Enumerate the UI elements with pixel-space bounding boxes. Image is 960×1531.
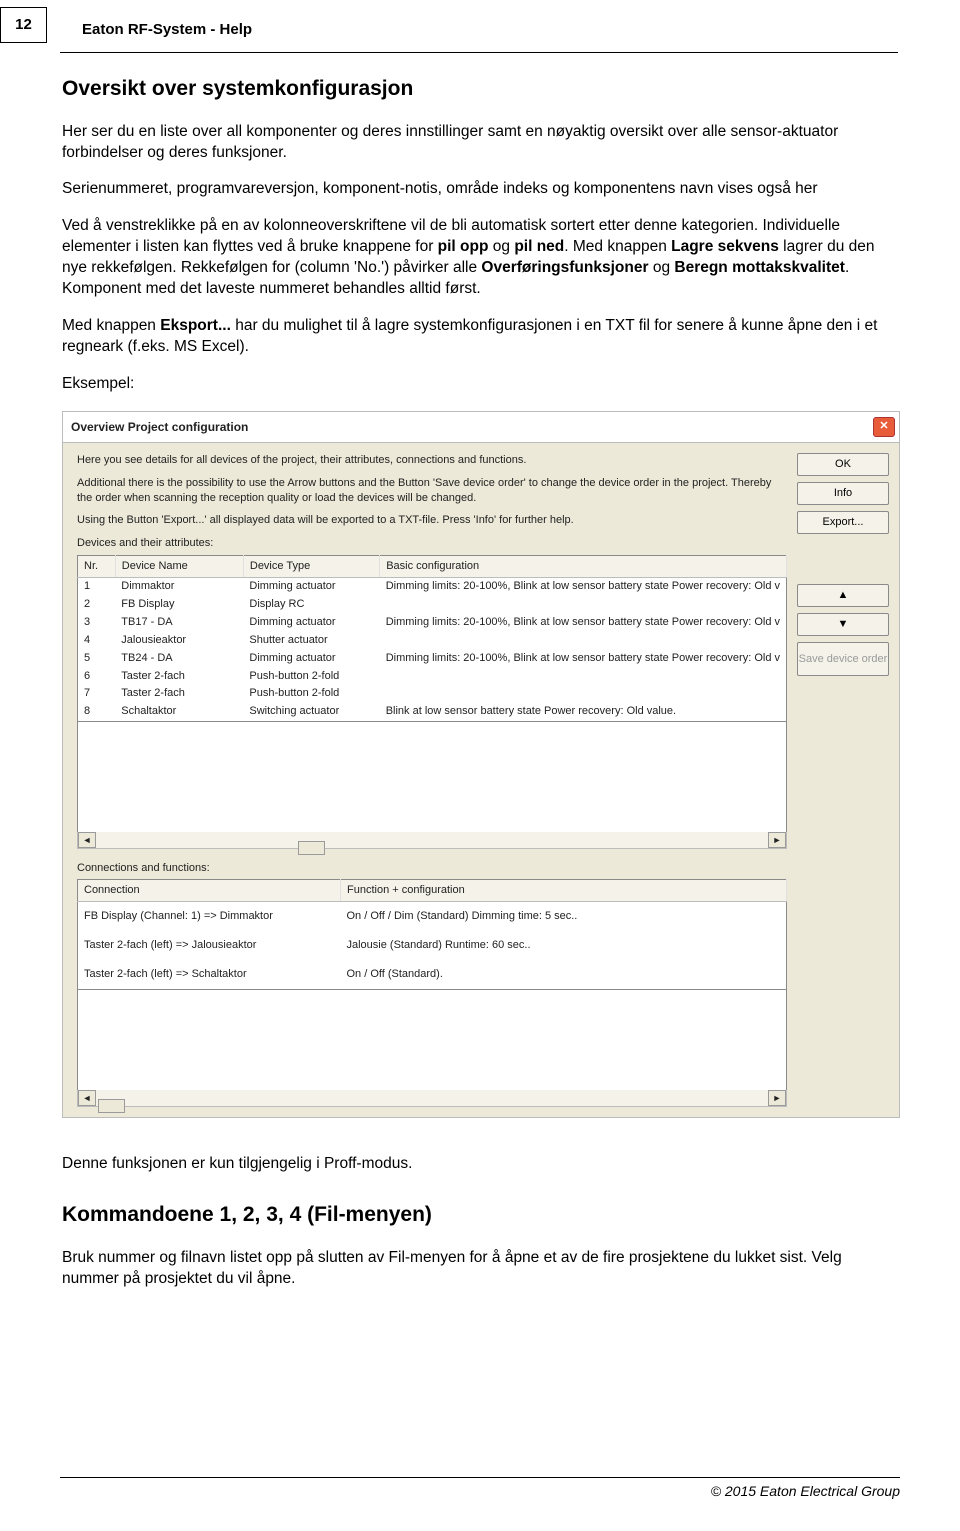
ok-button[interactable]: OK [797,453,889,476]
col-basic[interactable]: Basic configuration [380,556,787,578]
devices-label: Devices and their attributes: [77,536,787,551]
dialog-title: Overview Project configuration [71,419,248,435]
devices-hscroll[interactable]: ◄ ► [77,832,787,849]
devices-table[interactable]: Nr. Device Name Device Type Basic config… [77,555,787,722]
doc-title: Eaton RF-System - Help [82,18,900,40]
para-4: Med knappen Eksport... har du mulighet t… [62,316,900,358]
col-connection[interactable]: Connection [78,880,341,902]
divider [60,52,898,53]
col-type[interactable]: Device Type [243,556,379,578]
table-row[interactable]: 3TB17 - DADimming actuatorDimming limits… [78,614,787,632]
table-row[interactable]: 7Taster 2-fachPush-button 2-fold [78,685,787,703]
page-number: 12 [0,7,47,43]
para-proff-modus: Denne funksjonen er kun tilgjengelig i P… [62,1154,900,1175]
table-row[interactable]: Taster 2-fach (left) => JalousieaktorJal… [78,931,787,960]
info-button[interactable]: Info [797,482,889,505]
divider [60,1477,900,1478]
para-3: Ved å venstreklikke på en av kolonneover… [62,216,900,300]
connections-label: Connections and functions: [77,861,787,876]
dialog-desc-1: Here you see details for all devices of … [77,453,787,468]
dialog-overview-project-configuration: Overview Project configuration ✕ Here yo… [62,411,900,1119]
connections-table[interactable]: Connection Function + configuration FB D… [77,879,787,990]
col-function[interactable]: Function + configuration [341,880,787,902]
scroll-right-icon[interactable]: ► [768,1090,786,1106]
table-row[interactable]: Taster 2-fach (left) => SchaltaktorOn / … [78,960,787,990]
connections-hscroll[interactable]: ◄ ► [77,1090,787,1107]
move-down-button[interactable]: ▼ [797,613,889,636]
para-1: Her ser du en liste over all komponenter… [62,122,900,164]
scroll-right-icon[interactable]: ► [768,832,786,848]
table-row[interactable]: 1DimmaktorDimming actuatorDimming limits… [78,577,787,595]
close-button[interactable]: ✕ [873,417,895,437]
table-row[interactable]: 4JalousieaktorShutter actuator [78,631,787,649]
scroll-left-icon[interactable]: ◄ [78,832,96,848]
col-name[interactable]: Device Name [115,556,243,578]
para-example: Eksempel: [62,374,900,395]
table-row[interactable]: 2FB DisplayDisplay RC [78,596,787,614]
col-nr[interactable]: Nr. [78,556,116,578]
scroll-left-icon[interactable]: ◄ [78,1090,96,1106]
dialog-desc-3: Using the Button 'Export...' all display… [77,513,787,528]
para-kommando: Bruk nummer og filnavn listet opp på slu… [62,1248,900,1290]
heading-overview: Oversikt over systemkonfigurasjon [62,75,900,103]
arrow-down-icon: ▼ [838,617,849,632]
arrow-up-icon: ▲ [838,588,849,603]
save-device-order-button[interactable]: Save device order [797,642,889,676]
dialog-desc-2: Additional there is the possibility to u… [77,476,787,506]
heading-kommandoene: Kommandoene 1, 2, 3, 4 (Fil-menyen) [62,1201,900,1229]
table-row[interactable]: FB Display (Channel: 1) => DimmaktorOn /… [78,902,787,932]
export-button[interactable]: Export... [797,511,889,534]
table-row[interactable]: 5TB24 - DADimming actuatorDimming limits… [78,649,787,667]
close-icon: ✕ [879,419,888,434]
move-up-button[interactable]: ▲ [797,584,889,607]
copyright: © 2015 Eaton Electrical Group [60,1482,900,1501]
table-row[interactable]: 8SchaltaktorSwitching actuatorBlink at l… [78,703,787,721]
para-2: Serienummeret, programvareversjon, kompo… [62,179,900,200]
table-row[interactable]: 6Taster 2-fachPush-button 2-fold [78,667,787,685]
